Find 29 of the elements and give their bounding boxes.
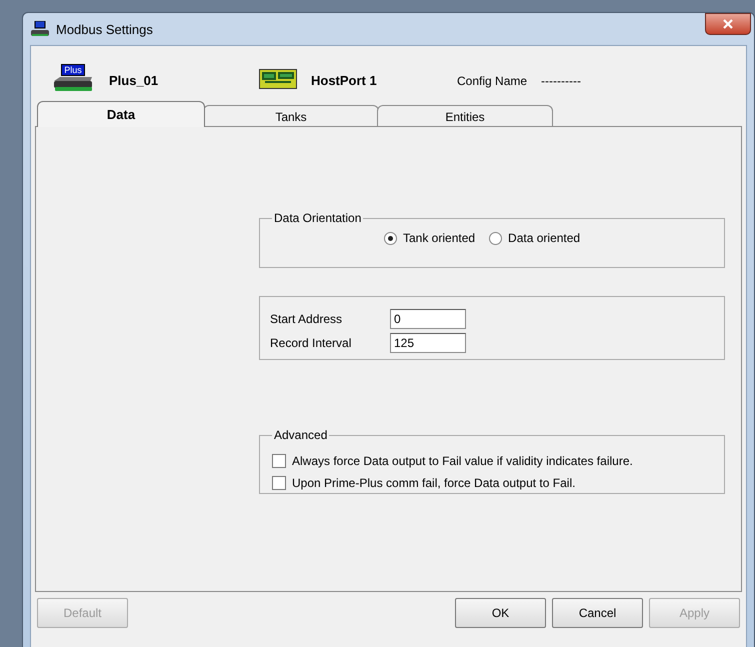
checkbox-label: Always force Data output to Fail value if validity indicates failure. [292, 454, 633, 468]
device-badge: Plus [61, 64, 85, 76]
radio-button[interactable] [384, 232, 397, 244]
window-title: Modbus Settings [56, 22, 153, 36]
group-title: Data Orientation [273, 211, 362, 225]
cancel-button[interactable]: Cancel [552, 598, 643, 628]
config-name-value: ---------- [541, 74, 581, 90]
group-title: Advanced [273, 428, 328, 442]
radio-label: Data oriented [508, 231, 580, 245]
input-field[interactable]: 125 [390, 333, 466, 353]
checkbox[interactable] [272, 476, 286, 490]
config-name-label: Config Name [457, 74, 528, 90]
radio-label: Tank oriented [403, 231, 476, 245]
device-name: Plus_01 [109, 73, 160, 90]
input-field[interactable]: 0 [390, 309, 466, 329]
checkbox[interactable] [272, 454, 286, 468]
circuit-board-icon [259, 69, 297, 89]
close-button[interactable] [705, 13, 751, 35]
port-name: HostPort 1 [311, 73, 378, 90]
field-label: Record Interval [270, 336, 352, 350]
app-icon [30, 21, 50, 37]
tab[interactable]: Data [37, 101, 205, 127]
close-icon [723, 19, 733, 29]
radio-button[interactable] [489, 232, 502, 244]
ok-button[interactable]: OK [455, 598, 546, 628]
checkbox-label: Upon Prime-Plus comm fail, force Data output to Fail. [292, 476, 576, 490]
device-icon [52, 76, 94, 92]
field-label: Start Address [270, 312, 344, 326]
tab[interactable]: Entities [377, 105, 553, 127]
